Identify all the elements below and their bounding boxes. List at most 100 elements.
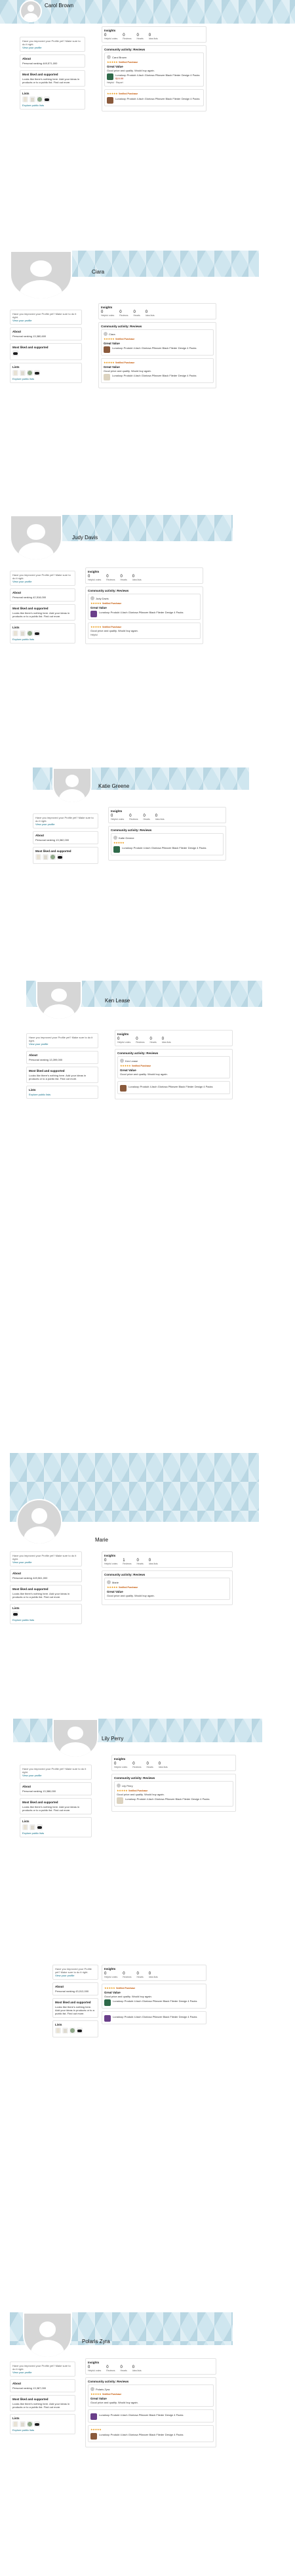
list-thumbnail[interactable] — [43, 854, 49, 860]
review-card: ★★★★★ Verified Purchase Great Value Good p… — [102, 1984, 206, 2009]
stat-idea-lists: 0 Idea lists — [148, 33, 158, 40]
review-card: Lunaloop Produkt 4-fach Gloriosa Pflanze… — [88, 2409, 214, 2423]
list-thumbnail[interactable] — [22, 96, 28, 102]
product-image[interactable] — [117, 1797, 123, 1804]
view-profile-link[interactable]: View your profile — [12, 580, 73, 583]
review-card: ★★★★★ Verified Purchase Good price and qu… — [88, 623, 201, 639]
list-thumbnail[interactable] — [44, 96, 50, 102]
review-card: ★★★★★ Verified Purchase Lunaloop Produkt… — [104, 89, 204, 106]
profile-name: Lily Perry — [102, 1736, 124, 1742]
list-thumbnail[interactable] — [12, 370, 18, 376]
insights-box: Insights 0 Helpful votes 0 Reviews 0 Hearts… — [102, 26, 206, 43]
list-thumbnail[interactable] — [30, 96, 35, 102]
list-thumbnail[interactable] — [34, 370, 40, 376]
list-thumbnail[interactable] — [55, 2028, 61, 2034]
profile-avatar — [16, 1499, 62, 1545]
list-thumbnail[interactable] — [37, 1824, 43, 1830]
reviewer-name[interactable]: Polaris Zyra — [96, 2388, 109, 2391]
profile-name: Polaris Zyra — [82, 2339, 110, 2344]
product-image[interactable] — [113, 846, 120, 853]
list-thumbnail[interactable] — [27, 630, 33, 636]
explore-lists-link[interactable]: Explore public lists — [12, 377, 79, 380]
most-liked-box: Most liked and supported Looks like ther… — [20, 70, 85, 87]
review-title: Great Value — [107, 65, 123, 68]
reviewer-name[interactable]: Lily Perry — [122, 1784, 133, 1788]
profile-avatar — [10, 515, 62, 561]
profile-avatar — [20, 0, 42, 22]
review-body: Good price and quality. Would buy again. — [107, 69, 155, 72]
product-image[interactable] — [90, 611, 97, 617]
reviewer-name[interactable]: Judy Davis — [96, 597, 109, 600]
list-thumbnail[interactable] — [69, 2028, 75, 2034]
report-link[interactable]: Report — [116, 81, 123, 84]
reviewer-name[interactable]: Ken Lease — [125, 1059, 138, 1063]
helpful-button[interactable]: Helpful — [107, 81, 114, 84]
list-thumbnail[interactable] — [37, 96, 43, 102]
profile-card: Carol Brown Have you improved your Profi… — [0, 0, 295, 243]
reviewer-name[interactable]: Marie — [112, 1581, 119, 1584]
view-profile-link[interactable]: View your profile — [12, 319, 79, 322]
improve-profile-box: Have you improved your Profile yet? Make… — [20, 37, 85, 52]
product-row[interactable]: Lunaloop Produkt 4-fach Gloriosa Pflanze… — [107, 73, 201, 80]
reviewer-avatar — [107, 55, 111, 59]
list-thumbnail[interactable] — [20, 630, 26, 636]
product-image[interactable] — [107, 73, 113, 80]
list-thumbnail[interactable] — [34, 630, 40, 636]
profile-name: Ken Lease — [105, 998, 130, 1004]
review-card: ★★★★★ Verified Purchase Great Value Good p… — [101, 358, 214, 383]
view-profile-link[interactable]: View your profile — [22, 46, 83, 49]
list-thumbnail[interactable] — [12, 350, 18, 356]
product-image[interactable] — [120, 1085, 127, 1092]
reviewer-name[interactable]: Carol Brown — [112, 56, 127, 59]
review-card: Katie Greene ★★★★★ Lunaloop Produkt 4-fach… — [111, 833, 224, 855]
list-thumbnail[interactable] — [22, 1824, 28, 1830]
profile-avatar — [52, 1719, 98, 1758]
profile-card: Marie Have you improved your Profile yet… — [10, 1453, 259, 1683]
list-thumbnail[interactable] — [12, 630, 18, 636]
profile-avatar — [23, 2312, 72, 2358]
list-thumbnail[interactable] — [57, 854, 63, 860]
list-thumbnail[interactable] — [20, 2421, 26, 2427]
profile-card: Judy Davis Have you improved your Profil… — [10, 515, 233, 764]
reviewer-name[interactable]: Katie Greene — [119, 836, 134, 840]
profile-card: Have you improved your Profile yet? Make… — [52, 1965, 210, 2148]
product-image[interactable] — [107, 97, 113, 104]
reviewer-name[interactable]: Ciara — [109, 333, 115, 336]
left-column: Have you improved your Profile yet? Make… — [20, 37, 85, 112]
product-image[interactable] — [104, 2015, 111, 2022]
list-thumbnail[interactable] — [12, 2421, 18, 2427]
profile-card: Katie Greene Have you improved your Prof… — [33, 767, 249, 958]
list-thumbnail[interactable] — [27, 2421, 33, 2427]
explore-lists-link[interactable]: Explore public lists — [22, 104, 83, 107]
list-thumbnail[interactable] — [35, 854, 41, 860]
list-thumbnail[interactable] — [50, 854, 56, 860]
profile-name: Ciara — [92, 269, 105, 275]
product-image[interactable] — [104, 374, 110, 380]
list-thumbnails — [22, 96, 83, 102]
list-thumbnail[interactable] — [77, 2028, 83, 2034]
review-card: Ciara ★★★★★ Verified Purchase Great Value L… — [101, 329, 214, 356]
profile-card: Lily Perry Have you improved your Profil… — [13, 1719, 262, 1902]
list-thumbnail[interactable] — [27, 370, 33, 376]
list-thumbnail[interactable] — [12, 1611, 18, 1617]
list-thumbnail[interactable] — [20, 370, 26, 376]
review-card: Judy Davis ★★★★★ Verified Purchase Great V… — [88, 594, 201, 620]
profile-name: Marie — [95, 1537, 109, 1543]
review-card: Carol Brown ★★★★★ Verified Purchase Grea… — [104, 52, 204, 87]
product-image[interactable] — [104, 1999, 111, 2006]
profile-banner — [13, 1719, 262, 1742]
product-image[interactable] — [90, 2433, 97, 2440]
profile-card: Ciara Have you improved your Profile yet… — [10, 251, 259, 506]
right-column: Insights 0 Helpful votes 0 Reviews 0 Hearts… — [102, 26, 206, 114]
list-thumbnail[interactable] — [30, 1824, 35, 1830]
review-card: Lily Perry ★★★★★ Verified Purchase Good pr… — [114, 1781, 233, 1807]
list-thumbnail[interactable] — [34, 2421, 40, 2427]
stat-reviews: 0 Reviews — [123, 33, 132, 40]
profile-name: Carol Brown — [45, 3, 74, 9]
product-image[interactable] — [90, 2413, 97, 2420]
profile-name: Katie Greene — [98, 783, 130, 789]
product-image[interactable] — [104, 346, 110, 353]
list-thumbnail[interactable] — [62, 2028, 68, 2034]
star-rating: ★★★★★ — [107, 60, 118, 64]
activity-box: Community activity: Reviews Carol Brown … — [102, 45, 206, 112]
